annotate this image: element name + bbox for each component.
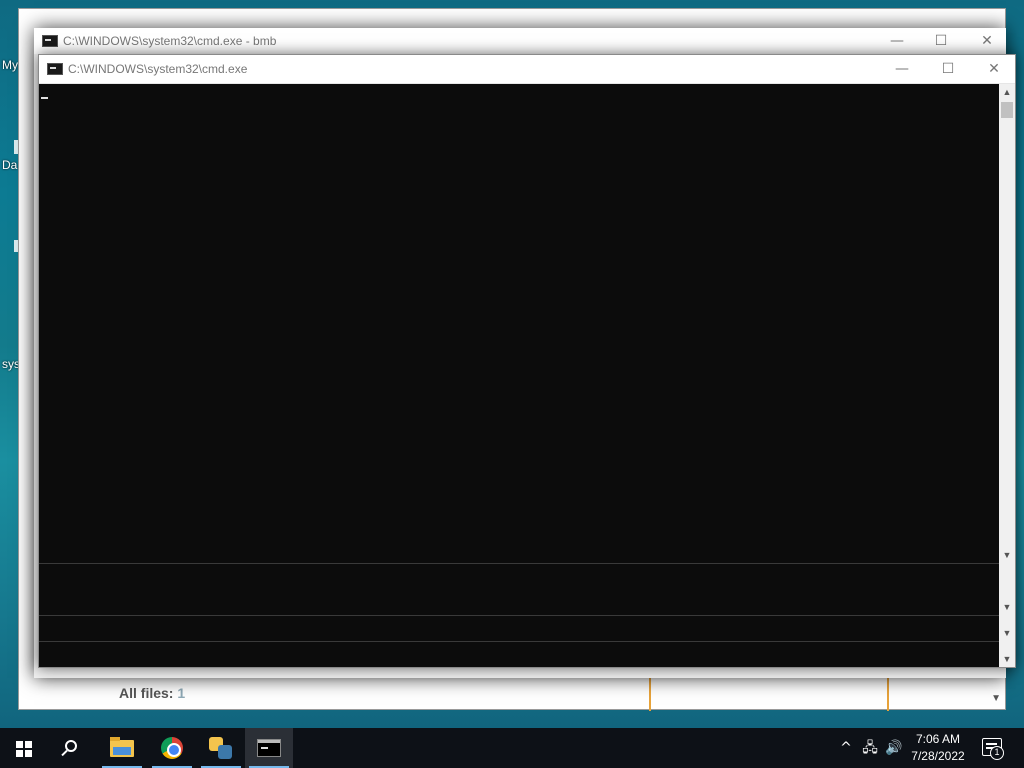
scroll-down-arrow[interactable]: ▼ xyxy=(999,651,1015,667)
desktop-icon-label-my[interactable]: My xyxy=(2,58,18,72)
python-icon xyxy=(209,737,233,759)
cmd-icon xyxy=(47,63,63,75)
all-files-label: All files: xyxy=(119,685,174,701)
scroll-down-arrow[interactable]: ▼ xyxy=(999,547,1015,563)
clock-time: 7:06 AM xyxy=(915,732,961,746)
vertical-scrollbar[interactable]: ▲ ▼ xyxy=(999,84,1015,563)
all-files-stat: All files: 1 xyxy=(119,685,185,701)
minimize-button[interactable]: — xyxy=(879,58,925,80)
taskbar-python[interactable] xyxy=(197,728,245,768)
all-files-count: 1 xyxy=(177,685,186,701)
text-cursor xyxy=(41,97,48,99)
cmd-icon xyxy=(257,739,281,757)
pane-2-scrollbar[interactable]: ▼ xyxy=(999,563,1015,615)
scroll-thumb[interactable] xyxy=(1001,102,1013,118)
scroll-down-arrow[interactable]: ▼ xyxy=(999,625,1015,641)
start-button[interactable] xyxy=(0,728,48,768)
scroll-down-arrow[interactable]: ▼ xyxy=(991,693,1001,704)
console-pane-4[interactable] xyxy=(39,641,1001,667)
system-clock[interactable]: 7:06 AM 7/28/2022 xyxy=(902,731,974,765)
pane-4-scrollbar[interactable]: ▼ xyxy=(999,641,1015,667)
titlebar[interactable]: C:\WINDOWS\system32\cmd.exe — ☐ ✕ xyxy=(39,55,1015,84)
pane-3-scrollbar[interactable]: ▼ xyxy=(999,615,1015,641)
windows-icon xyxy=(16,741,32,757)
folder-icon xyxy=(110,737,134,757)
maximize-button[interactable]: ☐ xyxy=(925,58,971,80)
network-icon[interactable]: 🖧 xyxy=(860,738,880,758)
close-button[interactable]: ✕ xyxy=(964,30,1010,52)
search-icon xyxy=(65,740,77,752)
desktop-icon-label-da[interactable]: Da xyxy=(2,158,17,172)
chrome-icon xyxy=(161,737,183,759)
maximize-button[interactable]: ☐ xyxy=(918,30,964,52)
scroll-up-arrow[interactable]: ▲ xyxy=(999,84,1015,100)
window-title: C:\WINDOWS\system32\cmd.exe - bmb xyxy=(63,34,277,48)
search-button[interactable] xyxy=(48,728,96,768)
console-pane-3[interactable] xyxy=(39,615,1001,641)
taskbar: ^ 🖧 🔊 7:06 AM 7/28/2022 1 xyxy=(0,728,1024,768)
notification-count-badge: 1 xyxy=(990,746,1004,760)
tray-chevron-icon[interactable]: ^ xyxy=(836,738,856,758)
taskbar-cmd[interactable] xyxy=(245,728,293,768)
minimize-button[interactable]: — xyxy=(874,30,920,52)
volume-icon[interactable]: 🔊 xyxy=(884,738,904,758)
titlebar[interactable]: C:\WINDOWS\system32\cmd.exe - bmb — ☐ ✕ xyxy=(34,28,1006,54)
column-divider xyxy=(649,673,651,711)
column-divider-2 xyxy=(887,673,889,711)
close-button[interactable]: ✕ xyxy=(971,58,1017,80)
clock-date: 7/28/2022 xyxy=(911,749,965,763)
window-title: C:\WINDOWS\system32\cmd.exe xyxy=(68,62,248,76)
cmd-icon xyxy=(42,35,58,47)
taskbar-file-explorer[interactable] xyxy=(98,728,146,768)
console-pane-2[interactable] xyxy=(39,563,1001,615)
cmd-window[interactable]: C:\WINDOWS\system32\cmd.exe — ☐ ✕ ▲ ▼ ▼ … xyxy=(38,54,1016,668)
scroll-down-arrow[interactable]: ▼ xyxy=(999,599,1015,615)
console-output[interactable] xyxy=(39,84,1001,563)
taskbar-chrome[interactable] xyxy=(148,728,196,768)
